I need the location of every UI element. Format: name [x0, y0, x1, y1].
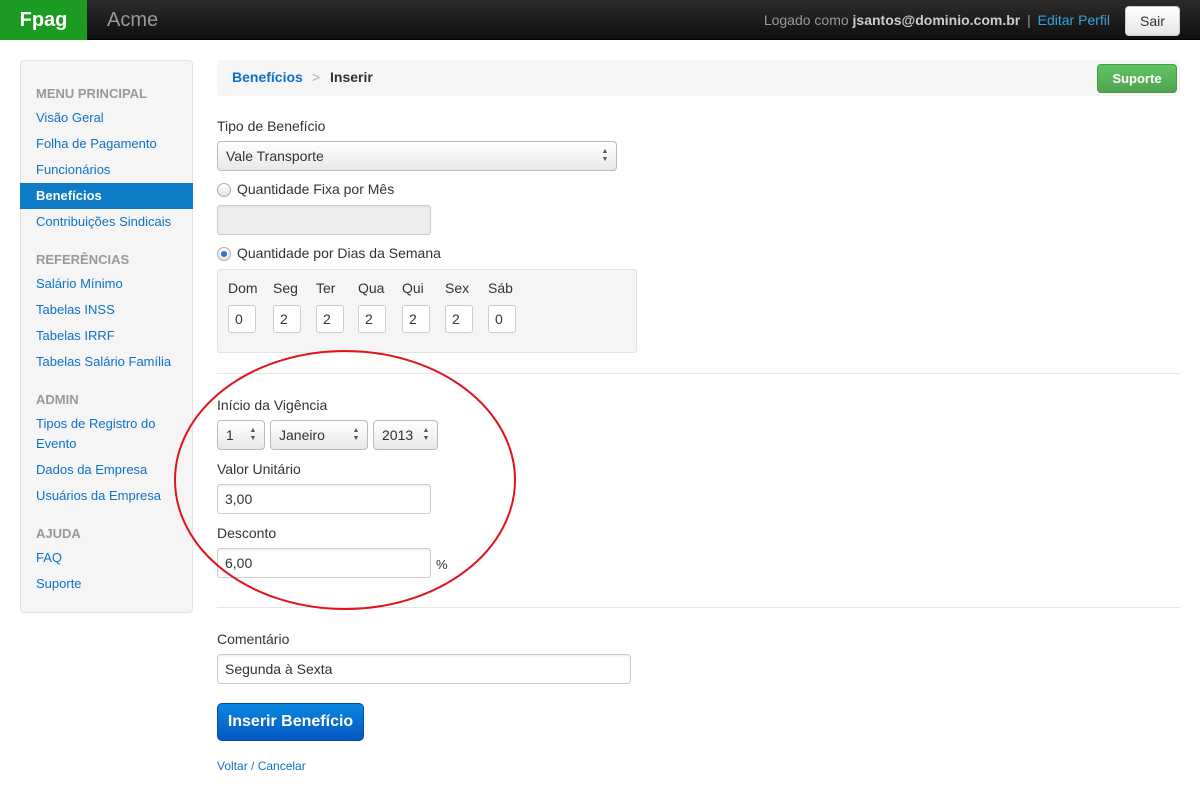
day-input-ter[interactable]: 2 — [316, 305, 344, 333]
day-label-sab: Sáb — [488, 280, 513, 296]
back-cancel-link[interactable]: Voltar / Cancelar — [217, 759, 306, 773]
sidebar-header-main: MENU PRINCIPAL — [36, 86, 147, 101]
day-input-qua[interactable]: 2 — [358, 305, 386, 333]
fixed-quantity-label: Quantidade Fixa por Mês — [237, 181, 395, 197]
user-info-separator: | — [1027, 12, 1031, 28]
select-arrows-icon: ▲ ▼ — [601, 148, 609, 163]
sidebar-item-faq[interactable]: FAQ — [21, 545, 192, 571]
edit-profile-link[interactable]: Editar Perfil — [1038, 12, 1110, 28]
sidebar-header-admin: ADMIN — [36, 392, 79, 407]
benefit-type-label: Tipo de Benefício — [217, 118, 326, 134]
brand-logo[interactable]: Fpag — [0, 0, 87, 40]
sidebar-item-contribuicoes[interactable]: Contribuições Sindicais — [21, 209, 192, 235]
breadcrumb-current: Inserir — [330, 69, 373, 85]
sidebar-item-usuarios-empresa[interactable]: Usuários da Empresa — [21, 483, 192, 509]
day-label-qui: Qui — [402, 280, 424, 296]
weekday-quantity-label: Quantidade por Dias da Semana — [237, 245, 441, 261]
weekday-quantity-radio[interactable] — [217, 247, 231, 261]
sidebar-header-references: REFERÊNCIAS — [36, 252, 130, 267]
benefit-type-value: Vale Transporte — [226, 148, 324, 164]
sidebar-item-salario-familia[interactable]: Tabelas Salário Família — [21, 349, 192, 375]
day-label-ter: Ter — [316, 280, 336, 296]
start-day-select[interactable]: 1 ▲ ▼ — [217, 420, 265, 450]
sidebar-item-tipos-registro[interactable]: Tipos de Registro do Evento — [21, 411, 192, 457]
day-input-sex[interactable]: 2 — [445, 305, 473, 333]
user-info: Logado como jsantos@dominio.com.br | Edi… — [764, 0, 1110, 40]
sidebar-header-help: AJUDA — [36, 526, 81, 541]
company-name: Acme — [107, 9, 159, 31]
breadcrumb-beneficios-link[interactable]: Benefícios — [232, 69, 303, 85]
day-label-sex: Sex — [445, 280, 470, 296]
weekday-quantities-panel: Dom 0 Seg 2 Ter 2 Qua 2 Qui 2 Sex 2 Sáb … — [217, 269, 637, 353]
sidebar-item-dados-empresa[interactable]: Dados da Empresa — [21, 457, 192, 483]
fixed-quantity-input[interactable] — [217, 205, 431, 235]
top-navbar: Fpag Acme Logado como jsantos@dominio.co… — [0, 0, 1200, 40]
day-label-qua: Qua — [358, 280, 385, 296]
breadcrumb: Benefícios > Inserir Suporte — [217, 60, 1180, 96]
sidebar-item-salario-minimo[interactable]: Salário Mínimo — [21, 271, 192, 297]
section-divider — [217, 607, 1180, 608]
unit-value-input[interactable]: 3,00 — [217, 484, 431, 514]
sidebar-menu: MENU PRINCIPAL Visão Geral Folha de Paga… — [20, 60, 193, 613]
support-button[interactable]: Suporte — [1097, 64, 1177, 93]
comment-label: Comentário — [217, 631, 290, 647]
fixed-quantity-radio[interactable] — [217, 183, 231, 197]
sidebar-item-tabelas-irrf[interactable]: Tabelas IRRF — [21, 323, 192, 349]
discount-label: Desconto — [217, 525, 277, 541]
day-label-seg: Seg — [273, 280, 298, 296]
start-day-value: 1 — [226, 427, 234, 443]
logout-button[interactable]: Sair — [1125, 6, 1180, 36]
sidebar-item-visao-geral[interactable]: Visão Geral — [21, 105, 192, 131]
start-year-select[interactable]: 2013 ▲ ▼ — [373, 420, 438, 450]
start-month-select[interactable]: Janeiro ▲ ▼ — [270, 420, 368, 450]
comment-input[interactable]: Segunda à Sexta — [217, 654, 631, 684]
section-divider — [217, 373, 1180, 374]
sidebar-item-tabelas-inss[interactable]: Tabelas INSS — [21, 297, 192, 323]
user-email: jsantos@dominio.com.br — [852, 12, 1021, 28]
day-input-dom[interactable]: 0 — [228, 305, 256, 333]
sidebar-item-folha-pagamento[interactable]: Folha de Pagamento — [21, 131, 192, 157]
sidebar-item-beneficios[interactable]: Benefícios — [20, 183, 193, 209]
sidebar-item-funcionarios[interactable]: Funcionários — [21, 157, 192, 183]
start-year-value: 2013 — [382, 427, 414, 443]
day-input-qui[interactable]: 2 — [402, 305, 430, 333]
insert-benefit-button[interactable]: Inserir Benefício — [217, 703, 364, 741]
day-input-sab[interactable]: 0 — [488, 305, 516, 333]
select-arrows-icon: ▲ ▼ — [249, 427, 257, 442]
unit-value-label: Valor Unitário — [217, 461, 301, 477]
start-month-value: Janeiro — [279, 427, 325, 443]
day-input-seg[interactable]: 2 — [273, 305, 301, 333]
logged-as-label: Logado como — [763, 12, 849, 28]
day-label-dom: Dom — [228, 280, 258, 296]
percent-sign: % — [436, 557, 448, 572]
start-date-label: Início da Vigência — [217, 397, 328, 413]
breadcrumb-separator: > — [312, 69, 321, 85]
discount-input[interactable]: 6,00 — [217, 548, 431, 578]
sidebar-item-suporte[interactable]: Suporte — [21, 571, 192, 597]
select-arrows-icon: ▲ ▼ — [422, 427, 430, 442]
benefit-type-select[interactable]: Vale Transporte ▲ ▼ — [217, 141, 617, 171]
select-arrows-icon: ▲ ▼ — [352, 427, 360, 442]
